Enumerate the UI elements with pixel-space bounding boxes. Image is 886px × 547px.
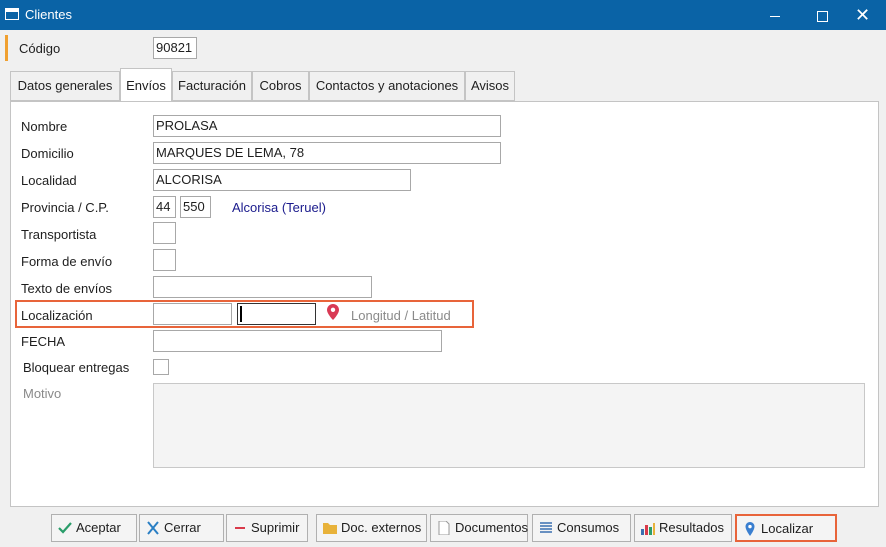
document-icon (438, 521, 450, 535)
tab-envios[interactable]: Envíos (120, 68, 172, 101)
localidad-label: Localidad (21, 173, 77, 188)
tab-facturacion[interactable]: Facturación (172, 71, 252, 101)
aceptar-button[interactable]: Aceptar (51, 514, 137, 542)
tab-cobros[interactable]: Cobros (252, 71, 309, 101)
tab-label: Envíos (126, 78, 166, 93)
button-label: Aceptar (76, 520, 121, 535)
codigo-field[interactable]: 90821 (153, 37, 197, 59)
tab-datos-generales[interactable]: Datos generales (10, 71, 120, 101)
bloquear-label: Bloquear entregas (23, 360, 130, 375)
close-button[interactable]: ✕ (840, 0, 885, 30)
button-label: Cerrar (164, 520, 201, 535)
title-bar: Clientes ✕ (0, 0, 886, 30)
minimize-icon (769, 15, 780, 17)
transportista-field[interactable] (153, 222, 176, 244)
nombre-label: Nombre (21, 119, 68, 134)
fecha-label: FECHA (21, 334, 66, 349)
domicilio-field[interactable]: MARQUES DE LEMA, 78 (153, 142, 501, 164)
window-title: Clientes (25, 7, 72, 22)
texto-envios-field[interactable] (153, 276, 372, 298)
close-icon: ✕ (854, 5, 871, 25)
bar-chart-icon (641, 523, 655, 535)
list-icon (540, 522, 552, 533)
tab-avisos[interactable]: Avisos (465, 71, 515, 101)
button-label: Documentos (455, 520, 528, 535)
doc-externos-button[interactable]: Doc. externos (316, 514, 427, 542)
motivo-field (153, 383, 865, 468)
fecha-field[interactable] (153, 330, 442, 352)
tab-label: Facturación (178, 78, 246, 93)
button-label: Consumos (557, 520, 620, 535)
texto-envios-label: Texto de envíos (21, 281, 113, 296)
nombre-field[interactable]: PROLASA (153, 115, 501, 137)
localidad-field[interactable]: ALCORISA (153, 169, 411, 191)
window-icon (5, 8, 19, 20)
button-label: Resultados (659, 520, 725, 535)
folder-icon (323, 523, 337, 534)
tab-label: Datos generales (17, 78, 113, 93)
localizacion-hint: Longitud / Latitud (351, 308, 451, 323)
provincia-code-field[interactable]: 44 (153, 196, 176, 218)
domicilio-label: Domicilio (21, 146, 74, 161)
longitude-field[interactable] (153, 303, 232, 325)
cerrar-button[interactable]: Cerrar (139, 514, 224, 542)
forma-envio-label: Forma de envío (21, 254, 113, 269)
provincia-label: Provincia / C.P. (21, 200, 109, 215)
resultados-button[interactable]: Resultados (634, 514, 732, 542)
localizacion-label: Localización (21, 308, 93, 323)
postal-code-field[interactable]: 550 (180, 196, 211, 218)
map-pin-icon[interactable] (327, 304, 339, 320)
minimize-button[interactable] (752, 0, 797, 30)
bloquear-checkbox[interactable] (153, 359, 169, 375)
motivo-label: Motivo (23, 386, 62, 401)
button-label: Doc. externos (341, 520, 422, 535)
tab-label: Avisos (470, 78, 510, 93)
text-cursor (240, 306, 242, 322)
documentos-button[interactable]: Documentos (430, 514, 528, 542)
checkmark-icon (58, 522, 72, 534)
forma-envio-field[interactable] (153, 249, 176, 271)
tab-label: Contactos y anotaciones (315, 78, 459, 93)
required-marker (5, 35, 8, 61)
button-label: Localizar (761, 521, 814, 536)
tab-label: Cobros (259, 78, 302, 93)
codigo-label: Código (19, 41, 61, 56)
latitude-field[interactable] (237, 303, 316, 325)
maximize-button[interactable] (800, 0, 845, 30)
tab-contactos[interactable]: Contactos y anotaciones (309, 71, 465, 101)
suprimir-button[interactable]: Suprimir (226, 514, 308, 542)
transportista-label: Transportista (21, 227, 97, 242)
provincia-resolved: Alcorisa (Teruel) (232, 200, 326, 215)
close-x-icon (147, 521, 159, 535)
consumos-button[interactable]: Consumos (532, 514, 631, 542)
maximize-icon (817, 10, 828, 22)
button-label: Suprimir (251, 520, 300, 535)
location-pin-icon (745, 522, 755, 536)
minus-icon (235, 527, 245, 529)
localizar-button[interactable]: Localizar (735, 514, 837, 542)
